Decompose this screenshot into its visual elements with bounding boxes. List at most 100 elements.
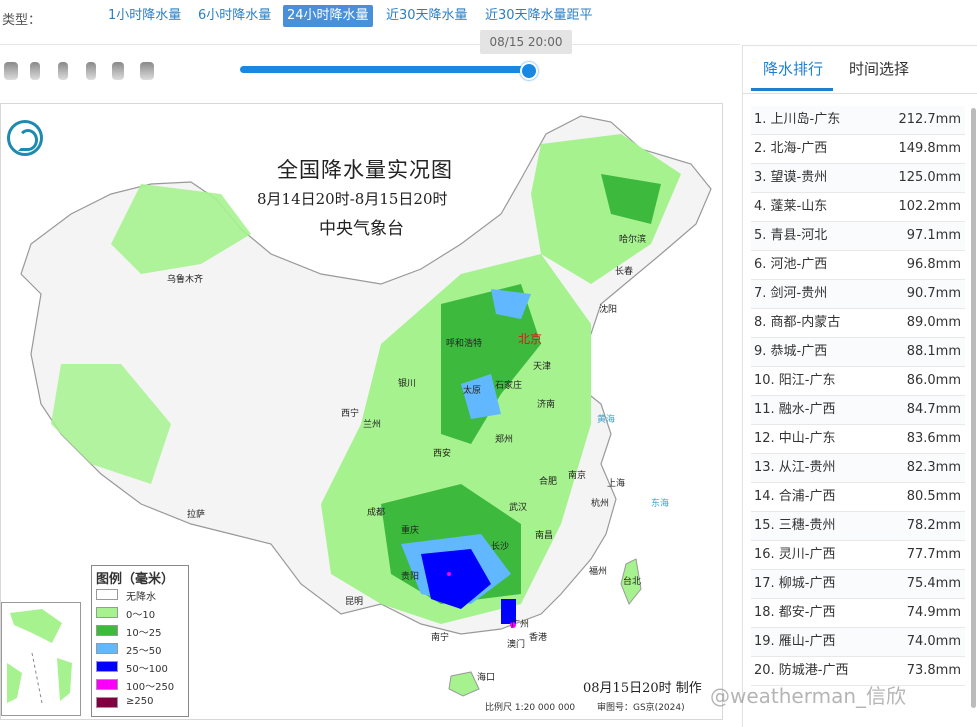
station-name: 3. 望谟-贵州 [754, 170, 828, 185]
frame-tick[interactable] [112, 62, 124, 80]
city-label: 台北 [623, 577, 642, 587]
ranking-row[interactable]: 11. 融水-广西 84.7mm [751, 396, 965, 425]
tab-precip-ranking[interactable]: 降水排行 [763, 58, 823, 79]
frame-tick[interactable] [30, 62, 40, 80]
city-label: 昆明 [345, 597, 364, 607]
city-label: 成都 [367, 508, 386, 518]
capital-label: 北京 [518, 332, 543, 346]
ranking-row[interactable]: 17. 柳城-广西 75.4mm [751, 570, 965, 599]
ranking-row[interactable]: 7. 剑河-贵州 90.7mm [751, 280, 965, 309]
ranking-row[interactable]: 18. 都安-广西 74.9mm [751, 599, 965, 628]
city-label: 西宁 [341, 409, 360, 419]
tab-time-select[interactable]: 时间选择 [849, 58, 909, 79]
station-name: 5. 青县-河北 [754, 228, 828, 243]
precip-value: 212.7mm [898, 112, 961, 127]
type-label: 类型： [2, 13, 42, 28]
legend-swatch [96, 661, 118, 672]
precip-value: 82.3mm [906, 460, 961, 475]
precip-value: 75.4mm [906, 576, 961, 591]
ranking-row[interactable]: 9. 恭城-广西 88.1mm [751, 338, 965, 367]
city-label: 上海 [607, 479, 626, 489]
ranking-row[interactable]: 10. 阳江-广东 86.0mm [751, 367, 965, 396]
precip-value: 97.1mm [906, 228, 961, 243]
ranking-row[interactable]: 4. 蓬莱-山东 102.2mm [751, 193, 965, 222]
tab-6h-precip[interactable]: 6小时降水量 [194, 5, 275, 27]
divider [0, 44, 740, 45]
watermark: @weatherman_信欣 [710, 684, 907, 708]
tab-1h-precip[interactable]: 1小时降水量 [104, 5, 185, 27]
city-label: 长沙 [491, 542, 510, 552]
city-label: 合肥 [539, 477, 558, 487]
ranking-row[interactable]: 5. 青县-河北 97.1mm [751, 222, 965, 251]
map-made-note: 08月15日20时 制作 [583, 681, 702, 696]
tab-30d-precip[interactable]: 近30天降水量 [382, 5, 472, 27]
frame-tick[interactable] [4, 62, 18, 80]
city-label: 西安 [433, 449, 452, 459]
frame-tick[interactable] [58, 62, 68, 80]
precip-value: 89.0mm [906, 315, 961, 330]
city-label: 澳门 [507, 640, 526, 650]
city-label: 沈阳 [599, 305, 618, 315]
city-label: 呼和浩特 [446, 339, 483, 349]
time-slider[interactable] [240, 66, 530, 73]
legend-swatch [96, 643, 118, 654]
city-label: 拉萨 [187, 510, 206, 520]
ranking-row[interactable]: 14. 合浦-广西 80.5mm [751, 483, 965, 512]
precip-value: 74.0mm [906, 634, 961, 649]
time-slider-handle[interactable] [520, 62, 538, 80]
south-china-sea-inset [1, 602, 81, 716]
type-filter-bar: 类型： 1小时降水量 6小时降水量 24小时降水量 近30天降水量 近30天降水… [0, 0, 977, 34]
legend-title: 图例（毫米） [96, 572, 175, 587]
precip-value: 102.2mm [898, 199, 961, 214]
ranking-row[interactable]: 19. 雁山-广西 74.0mm [751, 628, 965, 657]
station-name: 8. 商都-内蒙古 [754, 315, 841, 330]
city-label: 兰州 [363, 420, 382, 430]
inset-graphic [7, 609, 72, 704]
precip-value: 77.7mm [906, 547, 961, 562]
ranking-row[interactable]: 15. 三穗-贵州 78.2mm [751, 512, 965, 541]
city-label: 南宁 [431, 633, 450, 643]
animation-frames[interactable] [0, 58, 170, 82]
station-name: 1. 上川岛-广东 [754, 112, 841, 127]
city-label: 贵阳 [401, 572, 420, 582]
station-name: 16. 灵川-广西 [754, 547, 836, 562]
time-slider-fill [240, 66, 530, 73]
city-label: 南京 [568, 471, 587, 481]
precipitation-map: 全国降水量实况图 8月14日20时-8月15日20时 中央气象台 北京 乌鲁木齐… [0, 103, 723, 720]
city-label: 海口 [477, 673, 496, 683]
ranking-row[interactable]: 13. 从江-贵州 82.3mm [751, 454, 965, 483]
city-label: 长春 [615, 267, 634, 277]
scrollbar[interactable] [971, 108, 976, 708]
map-scale: 比例尺 1:20 000 000 [485, 703, 576, 713]
city-label: 郑州 [495, 435, 514, 445]
ranking-row[interactable]: 16. 灵川-广西 77.7mm [751, 541, 965, 570]
legend-swatch [96, 589, 118, 600]
city-label: 太原 [463, 386, 482, 396]
hainan-island [448, 671, 480, 697]
station-name: 15. 三穗-贵州 [754, 518, 836, 533]
ranking-row[interactable]: 2. 北海-广西 149.8mm [751, 135, 965, 164]
frame-tick[interactable] [140, 62, 154, 80]
city-label: 济南 [537, 400, 556, 410]
precip-value: 78.2mm [906, 518, 961, 533]
ranking-row[interactable]: 3. 望谟-贵州 125.0mm [751, 164, 965, 193]
sea-label: 东海 [651, 499, 670, 509]
ranking-row[interactable]: 12. 中山-广东 83.6mm [751, 425, 965, 454]
city-label: 乌鲁木齐 [167, 275, 204, 285]
station-name: 17. 柳城-广西 [754, 576, 836, 591]
tab-30d-anomaly[interactable]: 近30天降水量距平 [481, 5, 597, 27]
rain-100-250-spot [447, 572, 451, 576]
station-name: 7. 剑河-贵州 [754, 286, 828, 301]
city-label: 银川 [398, 379, 417, 389]
station-name: 14. 合浦-广西 [754, 489, 836, 504]
map-agency: 中央气象台 [319, 219, 404, 239]
tab-24h-precip[interactable]: 24小时降水量 [283, 5, 373, 27]
ranking-row[interactable]: 8. 商都-内蒙古 89.0mm [751, 309, 965, 338]
frame-tick[interactable] [86, 62, 96, 80]
ranking-row[interactable]: 1. 上川岛-广东 212.7mm [751, 106, 965, 135]
ranking-row[interactable]: 6. 河池-广西 96.8mm [751, 251, 965, 280]
city-label: 重庆 [401, 526, 420, 536]
city-label: 杭州 [591, 499, 610, 509]
city-label: 天津 [533, 362, 552, 372]
precip-value: 96.8mm [906, 257, 961, 272]
